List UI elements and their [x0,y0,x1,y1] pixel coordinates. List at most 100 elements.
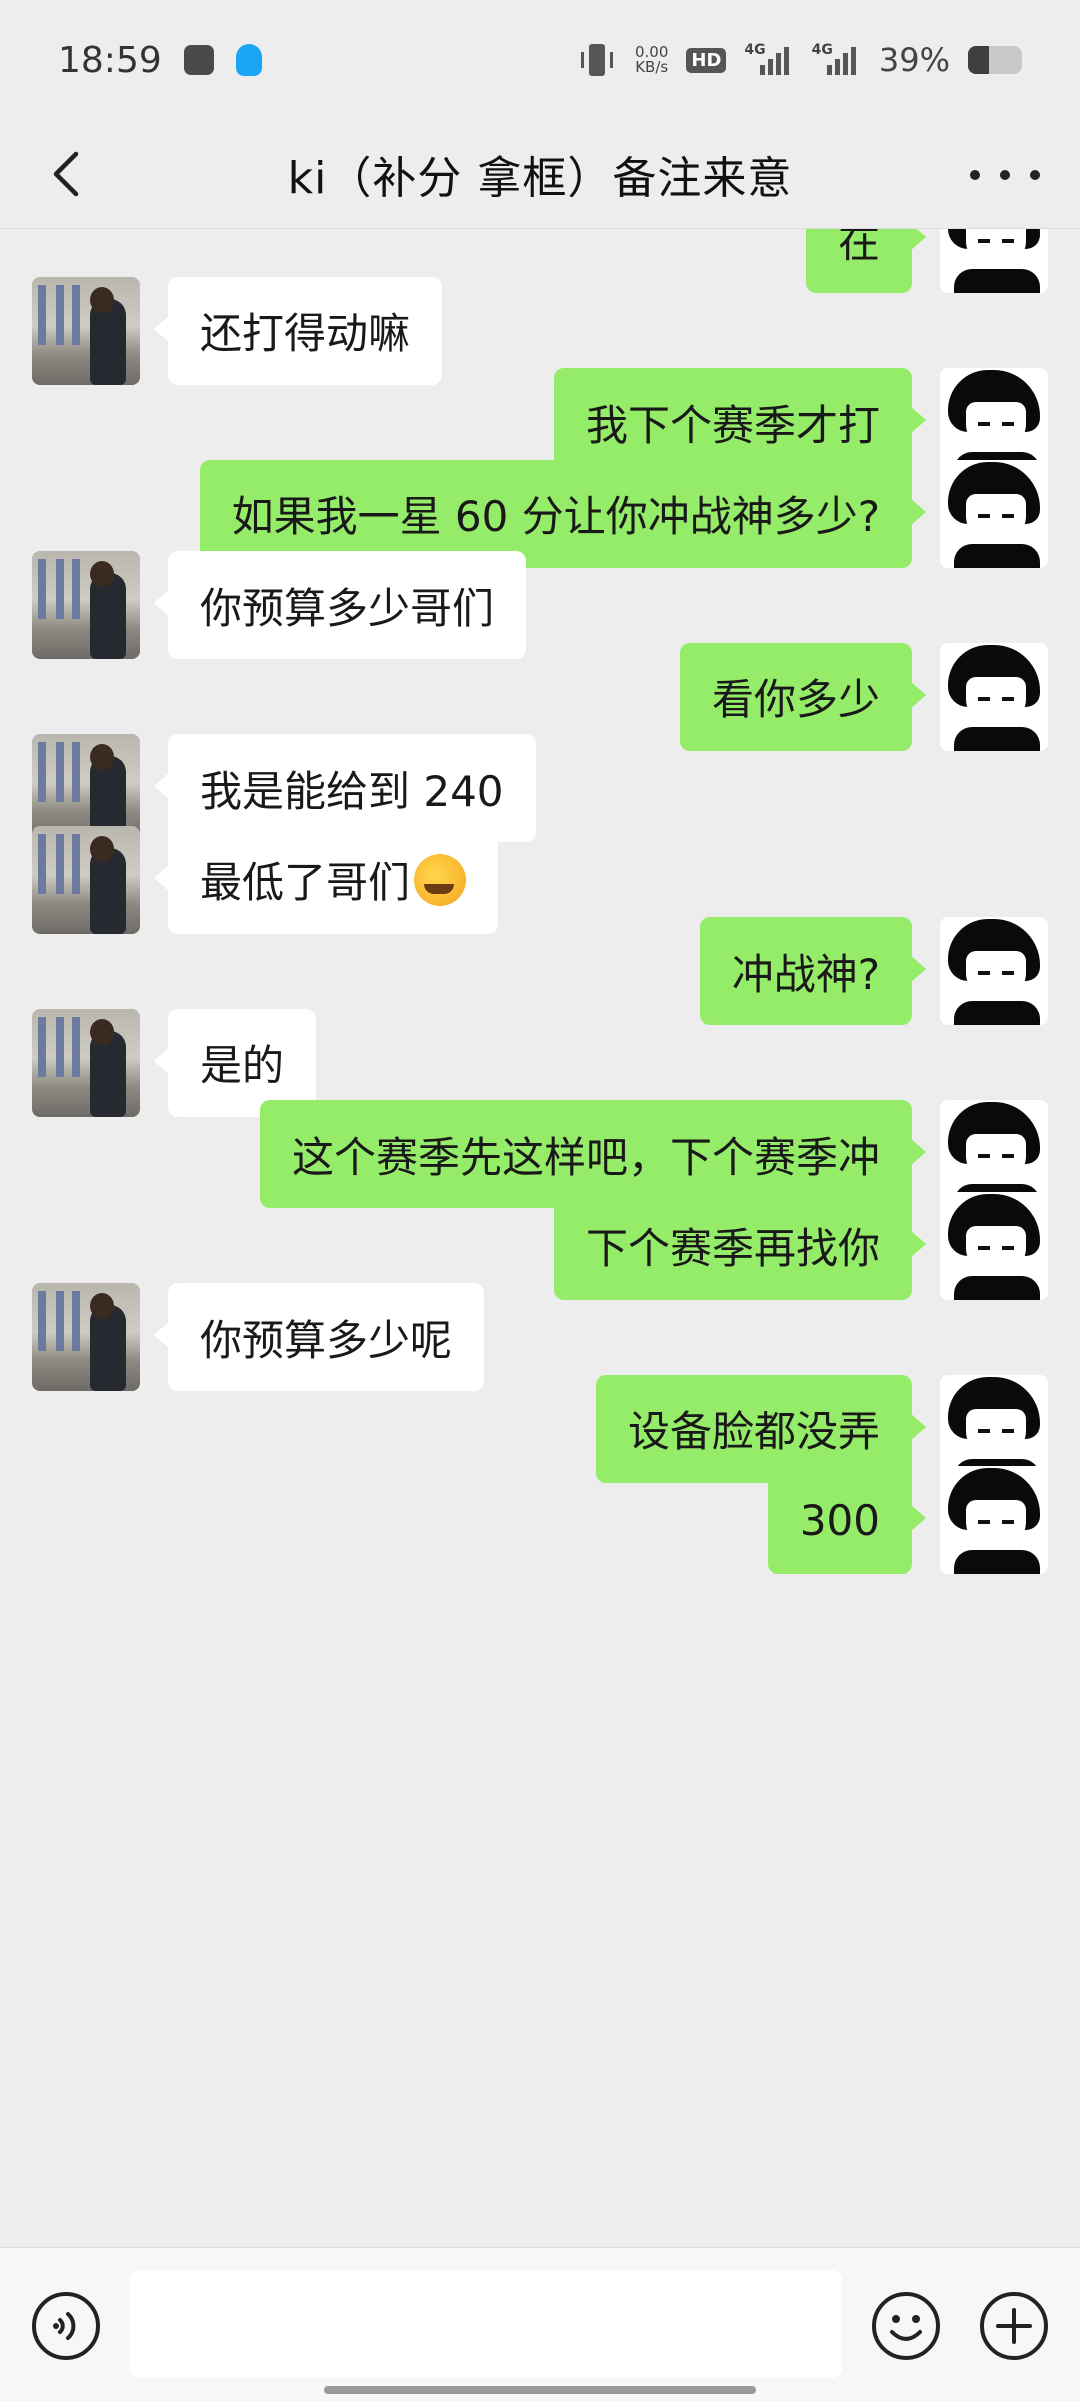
battery-level-fill [968,46,990,74]
avatar-detail [1002,513,1014,518]
vibrate-icon [577,42,617,78]
avatar-detail [1002,1428,1014,1433]
more-dot [1030,170,1040,180]
avatar-detail [72,1291,80,1351]
more-options-button[interactable] [970,150,1040,200]
avatar-detail [38,1016,46,1077]
avatar-detail [56,284,64,345]
avatar-detail [1002,1245,1014,1250]
avatar-detail [90,561,114,587]
avatar-detail [966,1134,1026,1182]
avatar-detail [978,513,990,518]
avatar-detail [978,971,990,975]
avatar-detail [72,559,80,619]
message-text: 还打得动嘛 [200,309,411,358]
avatar-detail [90,1293,114,1319]
message-text: 最低了哥们 [200,858,411,907]
avatar-detail [1002,239,1014,243]
signal-strength-icon: 4G [744,42,793,75]
avatar-detail [90,1018,114,1045]
chat-title: ki（补分 拿框）备注来意 [287,153,793,204]
more-dot [970,170,980,180]
message-list[interactable]: 在还打得动嘛我下个赛季才打如果我一星 60 分让你冲战神多少? 你预算多少哥们看你… [0,228,1080,2247]
avatar-detail [1002,971,1014,975]
avatar-detail [72,284,80,345]
message-text: 我是能给到 240 [200,766,504,816]
avatar-detail [978,422,990,426]
chat-header: ki（补分 拿框）备注来意 [0,120,1080,229]
avatar-detail [72,742,80,802]
avatar-detail [38,284,46,345]
message-text: 设备脸都没弄 [627,1407,880,1456]
message-text: 是的 [200,1041,285,1090]
avatar-detail [966,1408,1026,1457]
avatar-detail [90,744,114,770]
network-speed-unit: KB/s [635,58,669,76]
avatar-detail [72,1016,80,1077]
avatar-detail [56,559,64,619]
avatar-detail [90,835,114,862]
message-input[interactable] [130,2270,842,2378]
avatar-detail [1002,696,1014,701]
avatar-detail [1002,422,1014,426]
avatar-detail [56,742,64,802]
my-avatar[interactable] [940,1466,1048,1574]
message-text: 冲战神? [731,949,880,999]
message-text: 看你多少 [711,675,880,724]
network-type-label: 4G [744,42,766,58]
crying-laughing-emoji [414,853,467,906]
avatar-detail [56,1016,64,1077]
network-speed: 0.00 KB/s [635,45,668,75]
back-arrow-icon [53,151,79,197]
avatar-detail [966,951,1026,999]
voice-input-button[interactable] [30,2290,102,2362]
more-functions-button[interactable] [978,2290,1050,2362]
avatar-detail [978,1428,990,1433]
avatar-detail [1002,1520,1014,1524]
message-text: 在 [837,228,880,267]
qq-penguin-icon [235,44,262,76]
avatar-detail [978,1154,990,1158]
smiley-icon [872,2292,940,2360]
avatar-detail [38,1291,46,1351]
avatar-detail [978,1520,990,1524]
avatar-detail [978,1245,990,1250]
sent-message-bubble[interactable]: 300 [767,1466,927,1574]
message-text: 300 [799,1495,880,1545]
home-indicator[interactable] [324,2386,756,2394]
avatar-detail [56,833,64,894]
avatar-detail [56,1291,64,1351]
message-text: 这个赛季先这样吧，下个赛季冲 [291,1132,880,1182]
message-text: 你预算多少呢 [200,1315,453,1365]
status-bar: 18:59 0.00 KB/s HD 4G 4G 39% [0,0,1080,120]
network-type-label: 4G [811,42,833,58]
avatar-detail [978,696,990,701]
hd-voice-badge: HD [686,47,727,73]
avatar-detail [90,286,114,313]
battery-percent: 39% [878,41,950,79]
back-button[interactable] [40,144,100,204]
message-text: 你预算多少哥们 [200,583,495,633]
plus-icon [980,2292,1048,2360]
message-row: 300 [0,1466,1080,1576]
message-text: 我下个赛季才打 [585,400,880,450]
avatar-detail [966,676,1026,725]
avatar-detail [966,493,1026,542]
avatar-detail [72,833,80,894]
avatar-detail [38,559,46,619]
more-dot [1000,170,1010,180]
avatar-detail [966,1225,1026,1274]
avatar-detail [978,239,990,243]
avatar-detail [1002,1154,1014,1158]
message-text: 如果我一星 60 分让你冲战神多少? [231,492,880,541]
avatar-detail [38,742,46,802]
voice-icon [32,2292,100,2360]
input-bar [0,2247,1080,2401]
signal-strength-icon: 4G [811,42,861,75]
status-time: 18:59 [58,39,162,81]
avatar-detail [966,228,1026,267]
message-text: 下个赛季再找你 [585,1224,880,1273]
emoji-button[interactable] [870,2290,942,2362]
avatar-detail [966,402,1026,450]
avatar-detail [966,1500,1026,1548]
